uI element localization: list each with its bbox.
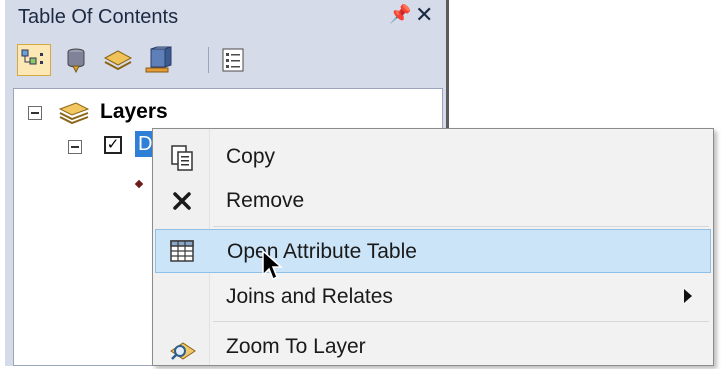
menu-item-joins-and-relates[interactable]: Joins and Relates	[155, 275, 711, 319]
options-icon[interactable]	[217, 44, 251, 76]
layers-root-label[interactable]: Layers	[100, 100, 168, 124]
submenu-arrow-icon	[684, 289, 692, 303]
list-by-drawing-order-icon[interactable]	[17, 44, 51, 76]
toolbar-separator	[208, 47, 209, 73]
menu-item-open-attribute-table[interactable]: Open Attribute Table	[155, 229, 711, 273]
close-icon[interactable]: ✕	[415, 2, 433, 28]
menu-item-copy[interactable]: Copy	[155, 135, 711, 179]
menu-item-zoom-to-layer[interactable]: Zoom To Layer	[155, 325, 711, 369]
list-by-source-icon[interactable]	[61, 44, 95, 76]
panel-title: Table Of Contents	[18, 6, 179, 28]
menu-item-label: Joins and Relates	[226, 285, 393, 308]
mouse-cursor-icon	[262, 249, 283, 281]
menu-separator	[213, 321, 709, 322]
menu-item-label: Remove	[226, 189, 305, 212]
copy-icon	[169, 144, 195, 171]
menu-item-label: Copy	[226, 145, 276, 168]
menu-item-label: Zoom To Layer	[226, 335, 366, 358]
menu-item-label: Open Attribute Table	[227, 240, 417, 263]
layer-visibility-checkbox[interactable]: ✓	[104, 136, 122, 154]
zoom-to-layer-icon	[169, 337, 196, 363]
menu-item-remove[interactable]: Remove	[155, 179, 711, 223]
list-by-visibility-icon[interactable]	[101, 44, 135, 76]
pin-icon[interactable]: 📌	[389, 4, 411, 25]
toc-toolbar	[5, 37, 445, 83]
list-by-selection-icon[interactable]	[143, 44, 177, 76]
remove-x-icon	[169, 188, 195, 214]
panel-title-bar: Table Of Contents 📌 ✕	[5, 0, 445, 36]
context-menu: Copy Remove Open Attribute Table Joins a…	[152, 128, 714, 366]
table-icon	[169, 238, 195, 264]
collapse-layers-toggle[interactable]	[28, 106, 42, 120]
layers-group-icon	[56, 99, 92, 127]
menu-separator	[213, 226, 709, 227]
collapse-layer-toggle[interactable]	[68, 140, 82, 154]
